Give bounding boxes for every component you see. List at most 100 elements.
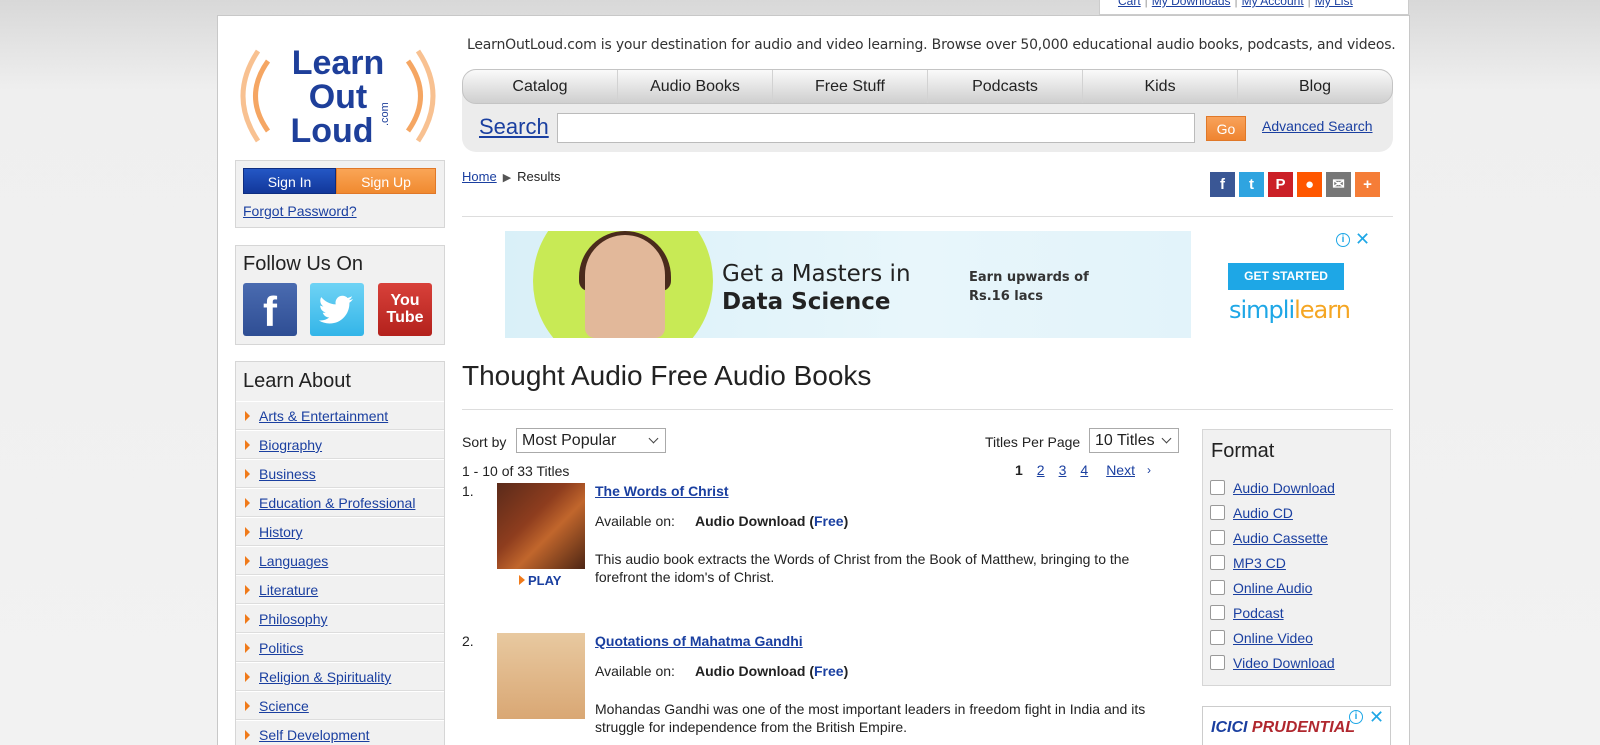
plus-icon[interactable]: + (1355, 172, 1380, 197)
category-link[interactable]: Biography (259, 437, 322, 453)
category-link[interactable]: History (259, 524, 303, 540)
ad-earn-line-1: Earn upwards of (969, 270, 1089, 285)
category-link[interactable]: Languages (259, 553, 328, 569)
result-title-link[interactable]: Quotations of Mahatma Gandhi (595, 633, 803, 649)
format-name: Audio Download (695, 663, 806, 679)
arrow-icon (245, 643, 250, 653)
breadcrumb-home[interactable]: Home (462, 169, 497, 184)
sign-in-button[interactable]: Sign In (243, 168, 336, 194)
checkbox[interactable] (1210, 580, 1225, 595)
category-link[interactable]: Philosophy (259, 611, 328, 627)
ad-brand-part-2: learn (1294, 296, 1351, 324)
book-cover-image[interactable] (497, 633, 585, 719)
advanced-search-link[interactable]: Advanced Search (1262, 118, 1373, 134)
play-button[interactable]: PLAY (519, 573, 561, 588)
book-cover-image[interactable] (497, 483, 585, 569)
arrow-icon (245, 469, 250, 479)
forgot-password-link[interactable]: Forgot Password? (243, 203, 357, 219)
category-link[interactable]: Business (259, 466, 316, 482)
ad-earn-text: Earn upwards of Rs.16 lacs (969, 268, 1089, 306)
category-link[interactable]: Arts & Entertainment (259, 408, 388, 424)
site-tagline: LearnOutLoud.com is your destination for… (467, 37, 1396, 53)
main-nav: Catalog Audio Books Free Stuff Podcasts … (462, 69, 1393, 104)
titles-per-page-select[interactable]: 10 Titles (1089, 428, 1179, 453)
category-link[interactable]: Education & Professional (259, 495, 415, 511)
side-ad-brand: ICICI PRUDENTIAL (1211, 719, 1355, 737)
checkbox[interactable] (1210, 655, 1225, 670)
checkbox[interactable] (1210, 605, 1225, 620)
nav-podcasts[interactable]: Podcasts (928, 70, 1083, 103)
facebook-icon[interactable]: f (1210, 172, 1235, 197)
reddit-icon[interactable]: ● (1297, 172, 1322, 197)
category-link[interactable]: Science (259, 698, 309, 714)
format-link[interactable]: Video Download (1233, 655, 1335, 671)
checkbox[interactable] (1210, 480, 1225, 495)
checkbox[interactable] (1210, 530, 1225, 545)
checkbox[interactable] (1210, 505, 1225, 520)
twitter-icon[interactable]: t (1239, 172, 1264, 197)
result-item: 2. Quotations of Mahatma Gandhi Availabl… (462, 633, 1182, 745)
ad-headline-2: Data Science (722, 289, 891, 315)
checkbox[interactable] (1210, 630, 1225, 645)
format-link[interactable]: Audio CD (1233, 505, 1293, 521)
youtube-text-top: You (390, 292, 420, 309)
category-link[interactable]: Self Development (259, 727, 370, 743)
result-description: This audio book extracts the Words of Ch… (595, 551, 1130, 585)
price-link[interactable]: Free (814, 513, 844, 529)
nav-free-stuff[interactable]: Free Stuff (773, 70, 928, 103)
cart-link[interactable]: Cart (1118, 0, 1141, 8)
play-label: PLAY (528, 573, 562, 588)
go-button[interactable]: Go (1206, 116, 1246, 141)
nav-blog[interactable]: Blog (1238, 70, 1392, 103)
ad-close-icon[interactable]: ✕ (1355, 229, 1370, 250)
price-link[interactable]: Free (814, 663, 844, 679)
category-link[interactable]: Literature (259, 582, 318, 598)
current-page: 1 (1015, 462, 1023, 478)
my-account-link[interactable]: My Account (1242, 0, 1304, 8)
my-downloads-link[interactable]: My Downloads (1152, 0, 1231, 8)
sort-select[interactable]: Most Popular (516, 428, 666, 453)
category-link[interactable]: Politics (259, 640, 303, 656)
nav-kids[interactable]: Kids (1083, 70, 1238, 103)
ad-close-icon[interactable]: ✕ (1369, 707, 1384, 728)
email-icon[interactable]: ✉ (1326, 172, 1351, 197)
ad-info-icon[interactable]: i (1336, 233, 1350, 247)
sort-selected-value: Most Popular (522, 432, 617, 449)
format-link[interactable]: MP3 CD (1233, 555, 1286, 571)
sign-up-button[interactable]: Sign Up (336, 168, 436, 194)
ad-banner[interactable]: Get a Masters in Data Science Earn upwar… (505, 231, 1191, 338)
format-link[interactable]: Audio Cassette (1233, 530, 1328, 546)
nav-catalog[interactable]: Catalog (463, 70, 618, 103)
format-link[interactable]: Audio Download (1233, 480, 1335, 496)
page-link[interactable]: 2 (1037, 462, 1045, 478)
ad-brand-logo: simplilearn (1229, 296, 1351, 324)
youtube-icon[interactable]: You Tube (378, 283, 432, 336)
page-link[interactable]: 4 (1080, 462, 1088, 478)
chevron-right-icon: ▶ (502, 172, 512, 184)
share-bar: f t P ● ✉ + (1210, 172, 1380, 197)
pinterest-icon[interactable]: P (1268, 172, 1293, 197)
page-link[interactable]: 3 (1059, 462, 1067, 478)
list-item: Science (236, 691, 444, 720)
site-logo[interactable]: Learn Out Loud .com (238, 36, 438, 156)
my-list-link[interactable]: My List (1315, 0, 1353, 8)
next-page-link[interactable]: Next (1106, 462, 1135, 478)
side-ad[interactable]: ICICI PRUDENTIAL i ✕ (1202, 706, 1391, 745)
format-link[interactable]: Podcast (1233, 605, 1284, 621)
chevron-right-icon[interactable]: › (1147, 463, 1151, 477)
facebook-icon[interactable]: f (243, 283, 297, 336)
category-link[interactable]: Religion & Spirituality (259, 669, 391, 685)
search-label[interactable]: Search (479, 114, 549, 140)
checkbox[interactable] (1210, 555, 1225, 570)
ad-get-started-button[interactable]: GET STARTED (1228, 263, 1344, 290)
result-title-link[interactable]: The Words of Christ (595, 483, 729, 499)
format-link[interactable]: Online Audio (1233, 580, 1312, 596)
sort-label: Sort by (462, 434, 507, 450)
nav-audio-books[interactable]: Audio Books (618, 70, 773, 103)
search-input[interactable] (557, 113, 1195, 143)
arrow-icon (245, 585, 250, 595)
arrow-icon (245, 411, 250, 421)
format-link[interactable]: Online Video (1233, 630, 1313, 646)
ad-info-icon[interactable]: i (1349, 710, 1363, 724)
twitter-icon[interactable] (310, 283, 364, 336)
